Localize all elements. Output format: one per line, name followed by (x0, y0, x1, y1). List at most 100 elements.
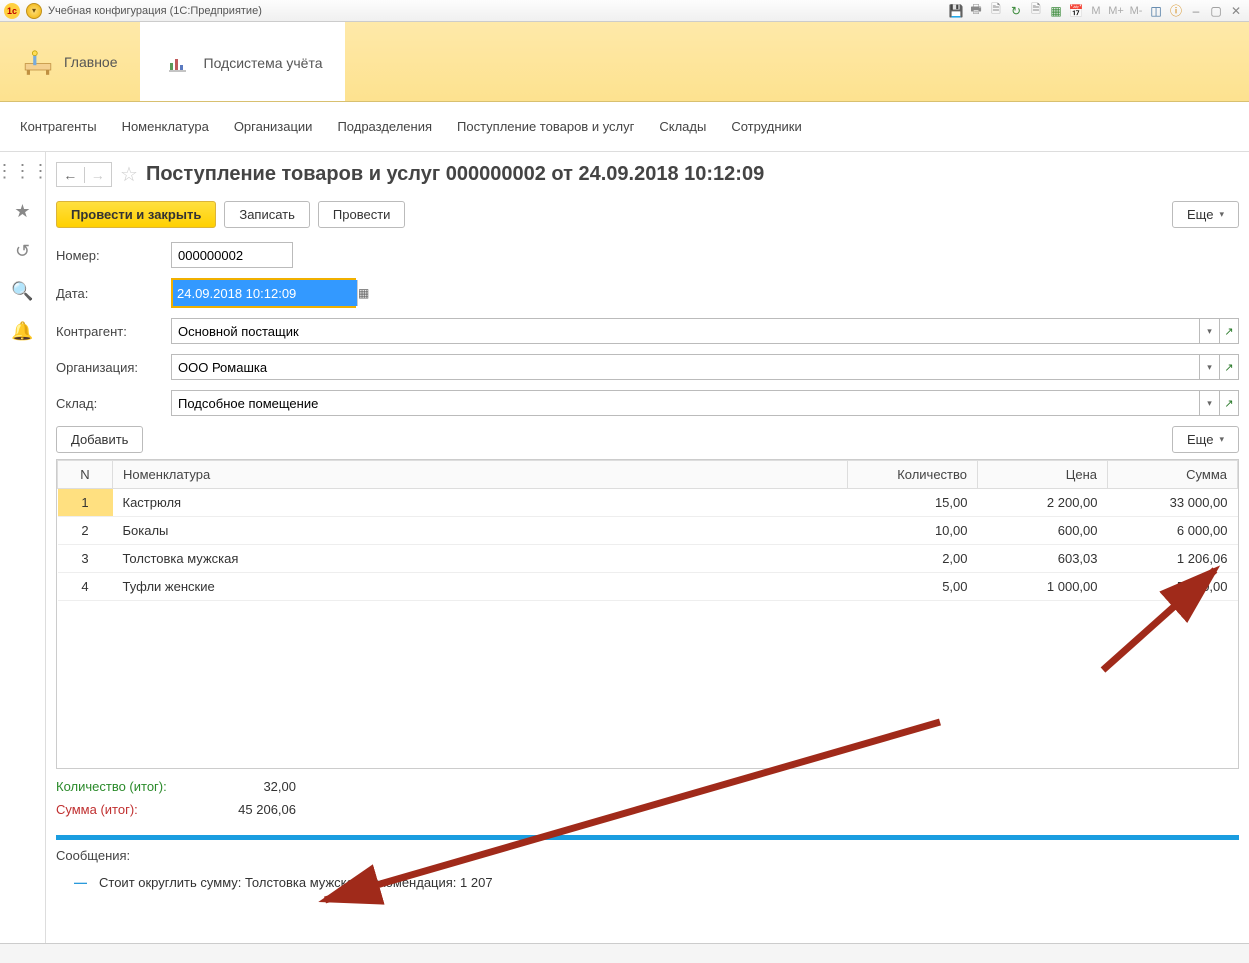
subnav-divisions[interactable]: Подразделения (337, 119, 432, 134)
table-row[interactable]: 2Бокалы10,00600,006 000,00 (58, 517, 1238, 545)
date-input[interactable] (173, 280, 357, 306)
refresh-icon[interactable]: ↻ (1007, 2, 1025, 20)
nav-back-forward[interactable]: ← → (56, 162, 112, 187)
subnav-nomenclature[interactable]: Номенклатура (122, 119, 209, 134)
org-open-icon[interactable]: ↗ (1219, 354, 1239, 380)
cell-price: 1 000,00 (978, 573, 1108, 601)
star-icon[interactable]: ☆ (120, 162, 138, 187)
warehouse-input[interactable] (171, 390, 1199, 416)
post-button[interactable]: Провести (318, 201, 406, 228)
cell-n: 1 (58, 489, 113, 517)
calendar-picker-icon[interactable]: ▦ (357, 280, 369, 306)
col-n[interactable]: N (58, 461, 113, 489)
org-dropdown-icon[interactable]: ▾ (1199, 354, 1219, 380)
subnav-warehouses[interactable]: Склады (659, 119, 706, 134)
message-text: Стоит округлить сумму: Толстовка мужская… (99, 875, 493, 890)
info-icon[interactable]: ⓘ (1167, 2, 1185, 20)
sum-total-value: 45 206,06 (216, 802, 296, 817)
col-sum[interactable]: Сумма (1108, 461, 1238, 489)
cell-qty: 5,00 (848, 573, 978, 601)
m-plus-button[interactable]: M+ (1107, 5, 1125, 17)
header-panel: Главное Подсистема учёта (0, 22, 1249, 102)
table-row[interactable]: 3Толстовка мужская2,00603,031 206,06 (58, 545, 1238, 573)
cell-sum: 5 000,00 (1108, 573, 1238, 601)
number-label: Номер: (56, 248, 171, 263)
cell-name: Кастрюля (113, 489, 848, 517)
qty-total-label: Количество (итог): (56, 779, 216, 794)
header-tab-main-label: Главное (64, 54, 118, 70)
table-row[interactable]: 4Туфли женские5,001 000,005 000,00 (58, 573, 1238, 601)
subnav: Контрагенты Номенклатура Организации Под… (0, 102, 1249, 152)
cell-name: Толстовка мужская (113, 545, 848, 573)
cell-price: 2 200,00 (978, 489, 1108, 517)
header-tab-subsystem-label: Подсистема учёта (204, 55, 323, 71)
col-name[interactable]: Номенклатура (113, 461, 848, 489)
items-table-wrap: N Номенклатура Количество Цена Сумма 1Ка… (56, 459, 1239, 769)
history-icon[interactable]: ↺ (12, 240, 34, 262)
cell-sum: 1 206,06 (1108, 545, 1238, 573)
org-label: Организация: (56, 360, 171, 375)
message-bullet-icon: — (74, 875, 87, 890)
chart-icon (162, 47, 194, 79)
save-button[interactable]: Записать (224, 201, 310, 228)
contractor-label: Контрагент: (56, 324, 171, 339)
subnav-employees[interactable]: Сотрудники (731, 119, 801, 134)
back-icon[interactable]: ← (57, 167, 85, 183)
warehouse-dropdown-icon[interactable]: ▾ (1199, 390, 1219, 416)
subnav-contractors[interactable]: Контрагенты (20, 119, 97, 134)
post-and-close-button[interactable]: Провести и закрыть (56, 201, 216, 228)
page-title: Поступление товаров и услуг 000000002 от… (146, 163, 764, 186)
header-tab-main[interactable]: Главное (0, 22, 140, 101)
contractor-dropdown-icon[interactable]: ▾ (1199, 318, 1219, 344)
col-price[interactable]: Цена (978, 461, 1108, 489)
cell-price: 600,00 (978, 517, 1108, 545)
desk-icon (22, 46, 54, 78)
notifications-icon[interactable]: 🔔 (12, 320, 34, 342)
col-qty[interactable]: Количество (848, 461, 978, 489)
calendar-icon[interactable]: 📅 (1067, 2, 1085, 20)
message-item[interactable]: — Стоит округлить сумму: Толстовка мужск… (56, 871, 1239, 894)
forward-icon[interactable]: → (85, 167, 112, 183)
warehouse-open-icon[interactable]: ↗ (1219, 390, 1239, 416)
date-label: Дата: (56, 286, 171, 301)
print-icon[interactable]: 🖶 (967, 2, 985, 20)
document-icon[interactable]: 🗎 (1027, 2, 1045, 20)
cell-name: Бокалы (113, 517, 848, 545)
table-more-button[interactable]: Еще (1172, 426, 1239, 453)
save-icon[interactable]: 💾 (947, 2, 965, 20)
cell-qty: 15,00 (848, 489, 978, 517)
favorite-icon[interactable]: ★ (12, 200, 34, 222)
preview-icon[interactable]: 🗎 (987, 2, 1005, 20)
cell-sum: 6 000,00 (1108, 517, 1238, 545)
qty-total-value: 32,00 (216, 779, 296, 794)
cell-sum: 33 000,00 (1108, 489, 1238, 517)
m-minus-button[interactable]: M- (1127, 5, 1145, 17)
org-input[interactable] (171, 354, 1199, 380)
m-button[interactable]: M (1087, 5, 1105, 17)
number-input[interactable] (171, 242, 293, 268)
add-row-button[interactable]: Добавить (56, 426, 143, 453)
more-button[interactable]: Еще (1172, 201, 1239, 228)
close-icon[interactable]: ✕ (1227, 2, 1245, 20)
panels-icon[interactable]: ◫ (1147, 2, 1165, 20)
maximize-icon[interactable]: ▢ (1207, 2, 1225, 20)
date-input-wrap: ▦ (171, 278, 356, 308)
cell-qty: 10,00 (848, 517, 978, 545)
table-row[interactable]: 1Кастрюля15,002 200,0033 000,00 (58, 489, 1238, 517)
contractor-input[interactable] (171, 318, 1199, 344)
subnav-organizations[interactable]: Организации (234, 119, 313, 134)
window-title: Учебная конфигурация (1С:Предприятие) (48, 5, 262, 17)
messages-title: Сообщения: (56, 848, 1239, 863)
contractor-open-icon[interactable]: ↗ (1219, 318, 1239, 344)
sidebar: ⋮⋮⋮ ★ ↺ 🔍 🔔 (0, 152, 46, 943)
apps-icon[interactable]: ⋮⋮⋮ (12, 160, 34, 182)
minimize-icon[interactable]: – (1187, 2, 1205, 20)
header-tab-subsystem[interactable]: Подсистема учёта (140, 22, 345, 101)
statusbar (0, 943, 1249, 963)
search-icon[interactable]: 🔍 (12, 280, 34, 302)
titlebar: 1c ▾ Учебная конфигурация (1С:Предприяти… (0, 0, 1249, 22)
calc-icon[interactable]: ▦ (1047, 2, 1065, 20)
sum-total-label: Сумма (итог): (56, 802, 216, 817)
titlebar-dropdown-icon[interactable]: ▾ (26, 3, 42, 19)
subnav-receipt[interactable]: Поступление товаров и услуг (457, 119, 634, 134)
